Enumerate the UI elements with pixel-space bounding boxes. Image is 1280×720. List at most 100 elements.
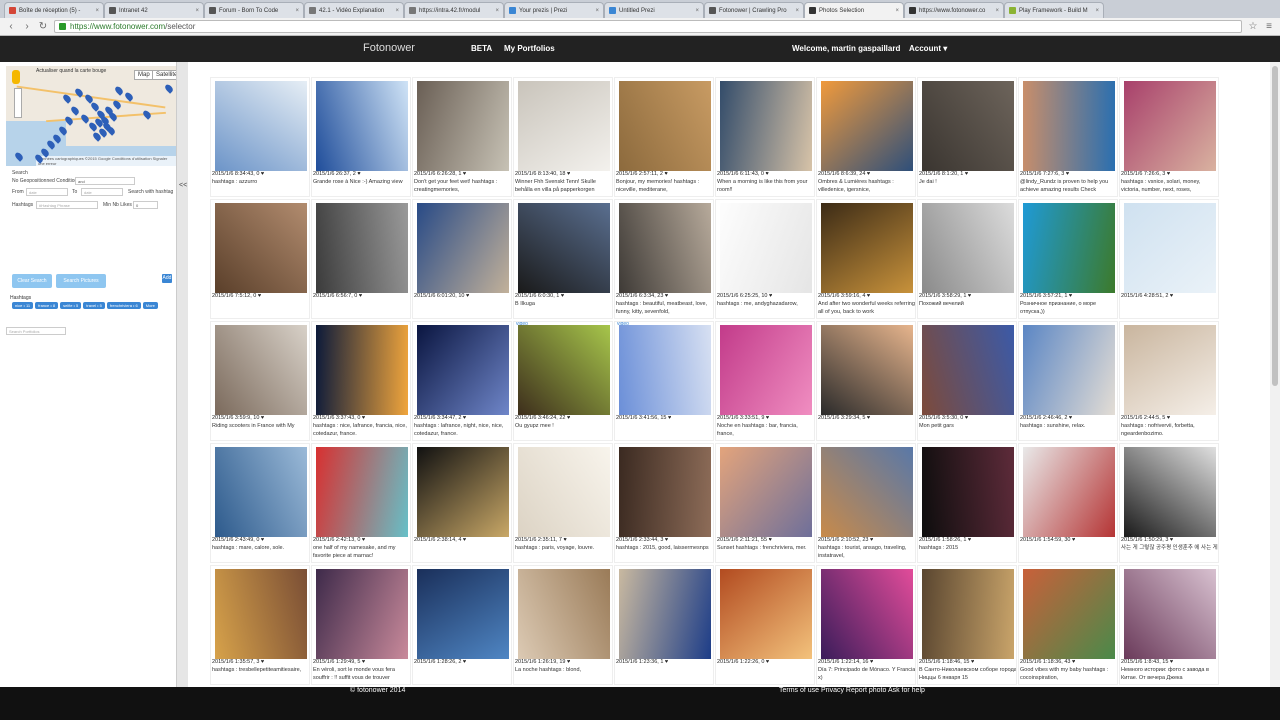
photo-thumbnail[interactable] [720,569,812,659]
photo-card[interactable]: 2015/1/6 1:18:46, 15 ♥ В Санто-Николаевск… [917,565,1017,685]
photo-thumbnail[interactable] [720,447,812,537]
photo-thumbnail[interactable] [215,447,307,537]
photo-thumbnail[interactable] [720,325,812,415]
photo-thumbnail[interactable] [1124,81,1216,171]
photo-thumbnail[interactable] [1023,569,1115,659]
no-geo-input[interactable]: and [75,177,135,185]
photo-thumbnail[interactable] [922,81,1014,171]
photo-card[interactable]: 2015/1/6 3:34:47, 2 ♥ hashtags : lafrance… [412,321,512,441]
collapse-icon[interactable]: << [179,182,187,189]
photo-thumbnail[interactable] [417,203,509,293]
forward-arrow-icon[interactable]: › [22,21,32,32]
url-input[interactable]: https://www.fotonower.com /selector [54,20,1242,33]
photo-card[interactable]: 2015/1/6 2:57:11, 2 ♥ Bonjour, my memorie… [614,77,714,197]
photo-card[interactable]: 2015/1/6 1:50:29, 3 ♥ 사는 게 그렇잖 공주평 인생훈추 에… [1119,443,1219,563]
photo-card[interactable]: 2015/1/6 2:46:46, 2 ♥ hashtags : sunshine… [1018,321,1118,441]
hashtag-input[interactable]: #Hashtag Phrase [36,201,98,209]
footer-links[interactable]: Terms of use Privacy Report photo Ask fo… [779,687,925,694]
photo-card[interactable]: 2015/1/6 1:29:49, 5 ♥ En véroli, sort le … [311,565,411,685]
photo-thumbnail[interactable] [215,569,307,659]
photo-thumbnail[interactable] [619,447,711,537]
photo-thumbnail[interactable] [821,325,913,415]
sidebar-collapse-bar[interactable]: << [176,62,188,687]
photo-card[interactable]: 2015/1/6 2:44:5, 5 ♥ hashtags : nofriverv… [1119,321,1219,441]
browser-tab[interactable]: Your prezis | Prezi × [504,2,604,18]
photo-thumbnail[interactable] [619,569,711,659]
photo-thumbnail[interactable] [215,325,307,415]
street-view-icon[interactable] [12,70,20,84]
photo-card[interactable]: 2015/1/6 7:26:6, 3 ♥ hashtags : vsnice, s… [1119,77,1219,197]
hashtag-chip[interactable]: travel • 5 [83,302,105,309]
photo-map[interactable]: Actualiser quand la carte bouge Map Sate… [6,66,176,166]
hashtag-chip[interactable]: frenchriviera • 6 [106,302,141,309]
photo-thumbnail[interactable] [417,81,509,171]
map-pin-icon[interactable] [13,151,25,162]
photo-thumbnail[interactable] [316,569,408,659]
photo-card[interactable]: 2015/1/6 3:59:9, 10 ♥ Riding scooters in … [210,321,310,441]
site-logo[interactable]: Fotonower [363,42,415,54]
photo-card[interactable]: 2015/1/6 6:0:30, 1 ♥ B Ilkuga [513,199,613,319]
photo-card[interactable]: 2015/1/6 2:43:49, 0 ♥ hashtags : mare, ca… [210,443,310,563]
photo-card[interactable]: 2015/1/6 1:22:26, 0 ♥ [715,565,815,685]
photo-card[interactable]: 2015/1/6 1:22:14, 16 ♥ Día 7: Principado … [816,565,916,685]
satellite-type-button[interactable]: Satellite [152,70,176,80]
photo-thumbnail[interactable] [922,203,1014,293]
tab-close-icon[interactable]: × [95,8,99,14]
browser-tab[interactable]: Play Framework - Build M × [1004,2,1104,18]
photo-card[interactable]: video 2015/1/6 3:46:24, 22 ♥ Ou gyupz mee … [513,321,613,441]
tab-close-icon[interactable]: × [995,8,999,14]
photo-thumbnail[interactable] [316,81,408,171]
scrollbar-thumb[interactable] [1272,66,1278,386]
photo-thumbnail[interactable] [518,325,610,415]
no-geo-checkbox[interactable]: No Geopositionned Condition [12,178,77,184]
my-portfolios-link[interactable]: My Portfolios [504,44,555,53]
photo-card[interactable]: 2015/1/6 3:5:30, 0 ♥ Mon petit gars [917,321,1017,441]
hashtag-chip[interactable]: selfie • 5 [60,302,82,309]
photo-thumbnail[interactable] [417,325,509,415]
photo-thumbnail[interactable] [1023,325,1115,415]
browser-tab[interactable]: Intranet 42 × [104,2,204,18]
map-type-button[interactable]: Map [134,70,154,80]
browser-tab[interactable]: https://www.fotonower.co × [904,2,1004,18]
photo-card[interactable]: 2015/1/6 7:5:12, 0 ♥ [210,199,310,319]
browser-tab[interactable]: Untitled Prezi × [604,2,704,18]
tab-close-icon[interactable]: × [895,8,899,14]
tab-close-icon[interactable]: × [695,8,699,14]
photo-thumbnail[interactable] [1023,81,1115,171]
photo-thumbnail[interactable] [518,81,610,171]
page-scrollbar[interactable] [1270,62,1280,687]
photo-card[interactable]: 2015/1/6 1:18:36, 43 ♥ Good vibes with my… [1018,565,1118,685]
photo-card[interactable]: 2015/1/6 3:58:29, 1 ♥ Похожий вечелий [917,199,1017,319]
photo-card[interactable]: 2015/1/6 6:01:20, 10 ♥ [412,199,512,319]
photo-card[interactable]: 2015/1/6 6:11:43, 0 ♥ When a morning is l… [715,77,815,197]
hashtag-chip[interactable]: nice • 11 [12,302,34,309]
browser-tab[interactable]: 42.1 - Vidéo Explanation × [304,2,404,18]
photo-card[interactable]: 2015/1/6 2:42:13, 0 ♥ one half of my name… [311,443,411,563]
photo-thumbnail[interactable] [1124,569,1216,659]
photo-thumbnail[interactable] [316,447,408,537]
photo-thumbnail[interactable] [821,569,913,659]
photo-card[interactable]: 2015/1/6 26:37, 2 ♥ Grande rose à Nice :-… [311,77,411,197]
photo-thumbnail[interactable] [922,569,1014,659]
photo-card[interactable]: 2015/1/6 3:57:21, 1 ♥ Розничное признание… [1018,199,1118,319]
back-arrow-icon[interactable]: ‹ [6,21,16,32]
photo-thumbnail[interactable] [316,325,408,415]
browser-tab[interactable]: Boîte de réception (5) - × [4,2,104,18]
photo-thumbnail[interactable] [821,81,913,171]
photo-card[interactable]: video 2015/1/6 3:41:56, 15 ♥ [614,321,714,441]
photo-card[interactable]: 2015/1/6 3:37:43, 0 ♥ hashtags : nice, la… [311,321,411,441]
photo-card[interactable]: 2015/1/6 2:35:11, 7 ♥ hashtags : paris, v… [513,443,613,563]
photo-thumbnail[interactable] [1124,203,1216,293]
photo-thumbnail[interactable] [518,569,610,659]
to-date-input[interactable]: date [81,188,123,196]
from-date-input[interactable]: date [26,188,68,196]
tab-close-icon[interactable]: × [195,8,199,14]
clear-search-button[interactable]: Clear Search [12,274,52,288]
browser-tab[interactable]: Forum - Born To Code × [204,2,304,18]
photo-card[interactable]: 2015/1/6 1:54:59, 30 ♥ [1018,443,1118,563]
photo-thumbnail[interactable] [215,81,307,171]
search-hashtag-checkbox[interactable]: Search with hashtag [128,189,173,195]
add-button[interactable]: Add [162,274,172,283]
photo-card[interactable]: 2015/1/6 6:25:25, 10 ♥ hashtags : me, and… [715,199,815,319]
photo-card[interactable]: 2015/1/6 1:8:43, 15 ♥ Немного истории: фо… [1119,565,1219,685]
